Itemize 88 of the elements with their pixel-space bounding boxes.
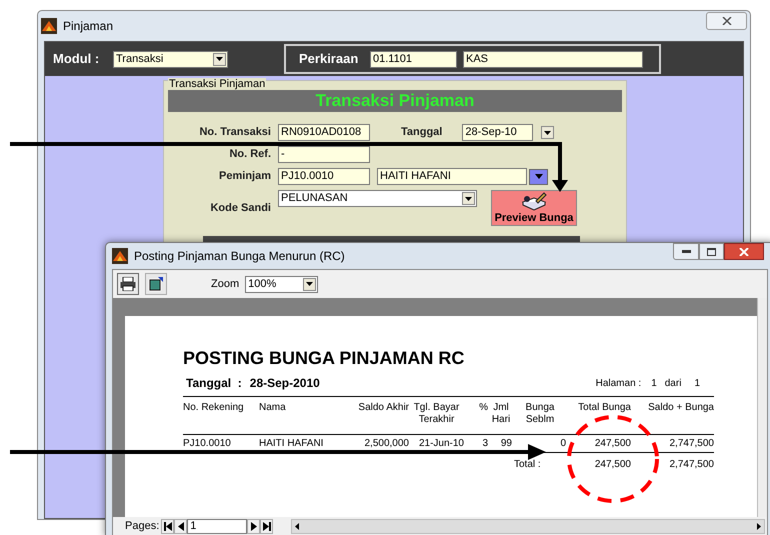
column-header: Bunga Seblm (524, 402, 556, 426)
close-button[interactable] (724, 243, 764, 260)
field-label: Tanggal (401, 125, 442, 140)
first-page-icon (164, 522, 172, 530)
dropdown-arrow-icon (216, 57, 223, 61)
borrower-code-field[interactable]: PJ10.0010 (278, 168, 370, 185)
transaction-number-field[interactable]: RN0910AD0108 (278, 124, 370, 141)
total-pages: 1 (694, 376, 700, 390)
column-header: No. Rekening (183, 402, 245, 415)
table-cell-text: 0 (559, 437, 566, 451)
date-label: Tanggal : (186, 375, 242, 392)
borrower-name-field[interactable]: HAITI HAFANI (377, 168, 527, 185)
scroll-left-icon (295, 522, 300, 530)
book-pen-icon (521, 192, 547, 212)
modul-dropdown[interactable]: Transaksi (113, 50, 228, 68)
last-page-icon (262, 522, 271, 530)
app-icon (112, 248, 128, 264)
table-cell-text: 2,500,000 (364, 437, 409, 451)
pages-label: Pages: (125, 518, 160, 534)
scroll-right-icon (757, 522, 761, 530)
total-value: 247,500 (594, 458, 631, 472)
modul-label: Modul : (53, 50, 100, 68)
dropdown-button[interactable] (303, 278, 316, 290)
table-cell-text: 99 (500, 437, 513, 451)
table-cell-text: PJ10.0010 (183, 437, 232, 451)
close-icon (722, 17, 732, 25)
table-cell-text: 2,747,500 (668, 437, 714, 451)
table-cell-text: HAITI HAFANI (259, 437, 324, 451)
maximize-button[interactable] (699, 243, 724, 260)
zoom-dropdown[interactable]: 100% (245, 276, 318, 292)
column-header: Saldo Akhir (357, 402, 409, 415)
total-label: Total : (514, 458, 542, 472)
table-cell-text: 21-Jun-10 (418, 437, 464, 451)
page-number: 1 (651, 376, 657, 390)
form-heading: Transaksi Pinjaman (168, 90, 622, 112)
preview-button[interactable]: Preview Bunga (491, 190, 577, 226)
close-icon (739, 248, 749, 256)
column-header: Nama (259, 402, 287, 415)
previous-page-button[interactable] (174, 518, 188, 534)
column-header: Saldo + Bunga (647, 402, 714, 415)
field-label: No. Transaksi (199, 126, 271, 138)
reference-field[interactable]: - (278, 146, 370, 163)
field-label: Kode Sandi (210, 202, 271, 214)
report-date: 28-Sep-2010 (250, 375, 320, 392)
dropdown-arrow-icon (544, 130, 552, 134)
of-label: dari (664, 376, 682, 390)
dropdown-arrow-icon (465, 196, 472, 200)
column-header: Tgl. Bayar Terakhir (412, 402, 460, 426)
perkiraan-label: Perkiraan (299, 50, 360, 68)
dropdown-button[interactable] (541, 126, 554, 139)
column-header: % (478, 402, 488, 415)
field-label: No. Ref. (229, 148, 271, 160)
next-page-icon (250, 522, 257, 530)
print-button[interactable] (117, 273, 139, 295)
window-title: Posting Pinjaman Bunga Menurun (RC) (134, 248, 345, 265)
app-icon (41, 18, 57, 34)
field-label: Peminjam (219, 170, 271, 182)
maximize-icon (707, 248, 716, 256)
export-icon (149, 277, 163, 291)
account-name-field[interactable]: KAS (463, 50, 643, 68)
dropdown-arrow-icon (306, 282, 314, 286)
minimize-button[interactable] (673, 243, 699, 260)
dropdown-button[interactable] (213, 52, 226, 66)
table-cell-text: 247,500 (594, 437, 631, 451)
previous-page-icon (178, 522, 184, 530)
zoom-label: Zoom (211, 276, 240, 292)
kode-sandi-dropdown[interactable]: PELUNASAN (278, 190, 477, 207)
close-button[interactable] (706, 12, 747, 30)
column-header: Jml Hari (490, 402, 512, 426)
window-title: Pinjaman (63, 18, 114, 35)
group-title: Transaksi Pinjaman (168, 78, 266, 90)
next-page-button[interactable] (247, 518, 260, 534)
total-value: 2,747,500 (668, 458, 714, 472)
dropdown-button[interactable] (529, 168, 548, 184)
account-code-field[interactable]: 01.1101 (370, 50, 457, 68)
report-title: POSTING BUNGA PINJAMAN RC (183, 348, 466, 368)
minimize-icon (682, 250, 690, 253)
dropdown-button[interactable] (462, 192, 475, 205)
printer-icon (120, 277, 136, 291)
page-field[interactable]: 1 (187, 518, 248, 534)
page-label: Halaman : (596, 376, 642, 390)
table-cell-text: 3 (481, 437, 488, 451)
date-field[interactable]: 28-Sep-10 (462, 124, 534, 141)
dropdown-arrow-icon (534, 174, 542, 179)
export-button[interactable] (145, 273, 167, 295)
first-page-button[interactable] (161, 518, 174, 534)
column-header: Total Bunga (577, 402, 631, 415)
last-page-button[interactable] (260, 518, 274, 534)
